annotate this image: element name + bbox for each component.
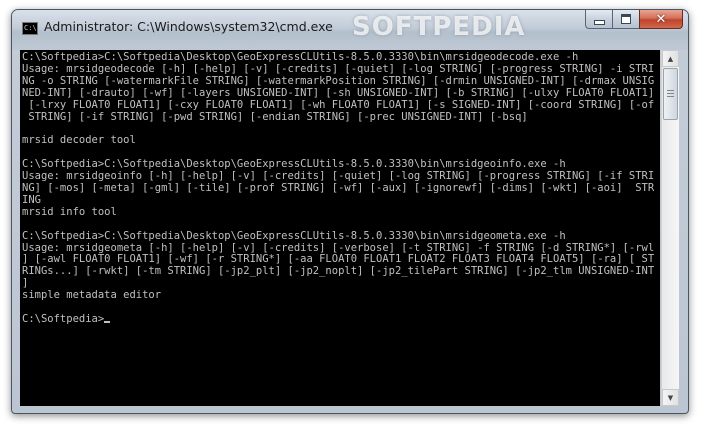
minimize-button[interactable] (585, 10, 612, 29)
vertical-scrollbar[interactable]: ▲ ▼ (661, 50, 679, 406)
cmd-window: Administrator: C:\Windows\system32\cmd.e… (11, 9, 689, 414)
close-icon: ✕ (655, 11, 667, 27)
maximize-icon (621, 14, 631, 24)
window-title: Administrator: C:\Windows\system32\cmd.e… (44, 19, 333, 34)
grip-icon (667, 90, 674, 98)
title-bar[interactable]: Administrator: C:\Windows\system32\cmd.e… (12, 10, 688, 50)
scroll-down-button[interactable]: ▼ (662, 389, 679, 406)
softpedia-watermark: SOFTPEDIA (352, 12, 526, 42)
scroll-up-arrow-icon: ▲ (667, 54, 674, 63)
maximize-button[interactable] (612, 10, 639, 29)
scroll-down-arrow-icon: ▼ (667, 393, 674, 402)
console-text: C:\Softpedia>C:\Softpedia\Desktop\GeoExp… (22, 51, 655, 326)
scroll-up-button[interactable]: ▲ (662, 50, 679, 67)
console-output: C:\Softpedia>C:\Softpedia\Desktop\GeoExp… (22, 51, 655, 325)
caption-buttons: ✕ (585, 10, 683, 30)
text-cursor (104, 320, 111, 323)
close-button[interactable]: ✕ (639, 10, 683, 29)
cmd-icon[interactable] (22, 22, 38, 35)
console-output-area[interactable]: C:\Softpedia>C:\Softpedia\Desktop\GeoExp… (20, 50, 660, 406)
scroll-thumb[interactable] (663, 68, 678, 120)
minimize-icon (593, 19, 605, 25)
